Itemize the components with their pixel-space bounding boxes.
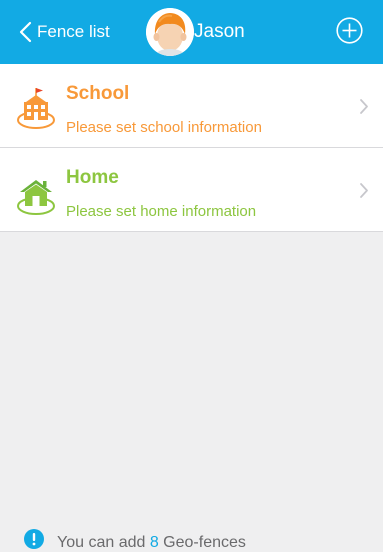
- plus-circle-icon: [336, 17, 363, 44]
- fence-item-school[interactable]: School Please set school information: [0, 64, 383, 148]
- nav-bar: Fence list Jason: [0, 0, 383, 64]
- home-icon: [14, 166, 58, 218]
- school-icon: [14, 82, 58, 134]
- fence-limit-count: 8: [149, 534, 159, 551]
- back-label: Fence list: [37, 22, 110, 41]
- fence-limit-text-before: You can add: [57, 534, 150, 551]
- fence-list: School Please set school information Hom…: [0, 64, 383, 232]
- fence-subtitle: Please set home information: [66, 203, 257, 220]
- avatar: [146, 8, 194, 56]
- chevron-left-icon: [19, 21, 32, 43]
- fence-limit-text-after: Geo-fences: [158, 534, 246, 551]
- fence-subtitle: Please set school information: [66, 119, 262, 136]
- chevron-right-icon: [359, 182, 369, 199]
- fence-limit-note: You can add 8 Geo-fences: [57, 534, 246, 552]
- fence-item-home[interactable]: Home Please set home information: [0, 148, 383, 232]
- fence-title: Home: [66, 167, 119, 188]
- title-group: Jason: [146, 0, 245, 64]
- fence-list-screen: Fence list Jason School Please set schoo…: [0, 0, 383, 552]
- page-title: Jason: [194, 21, 245, 42]
- add-fence-button[interactable]: [336, 17, 363, 44]
- fence-title: School: [66, 83, 130, 104]
- boy-avatar-icon: [146, 8, 194, 56]
- back-button[interactable]: Fence list: [0, 0, 128, 64]
- info-icon: [24, 529, 44, 549]
- chevron-right-icon: [359, 98, 369, 115]
